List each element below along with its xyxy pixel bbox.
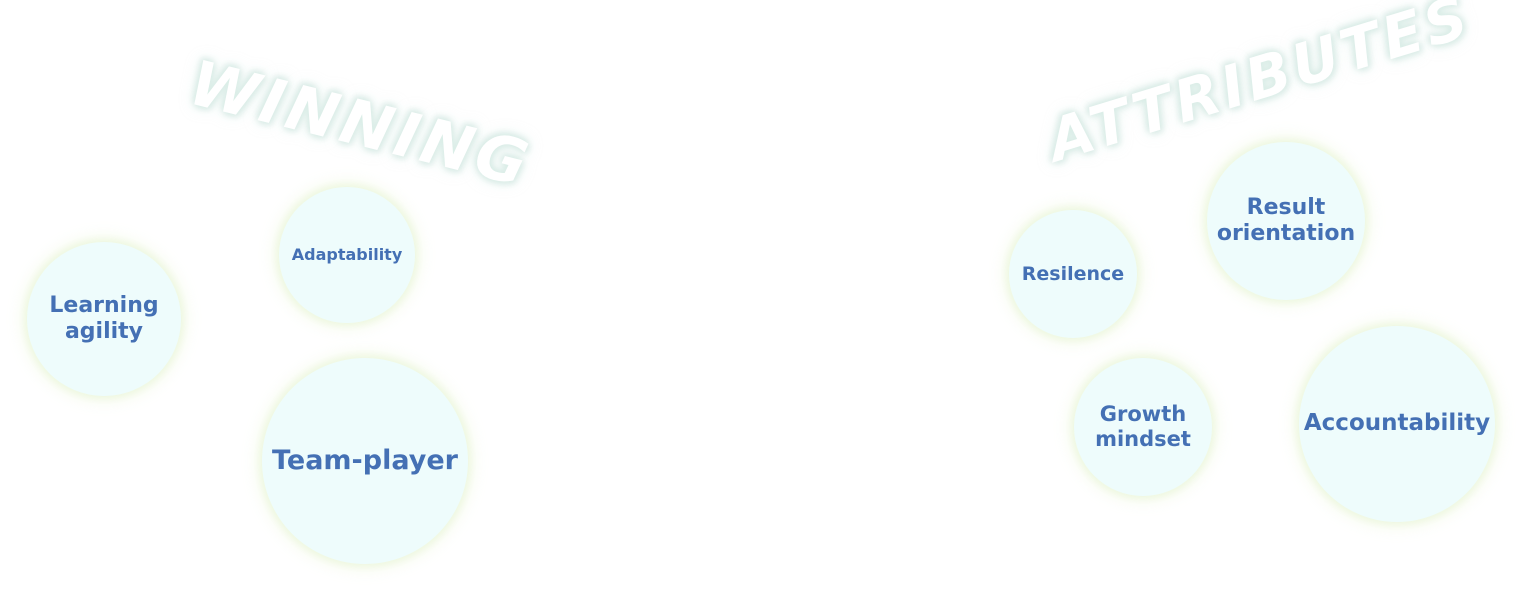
bubble-label: Adaptability: [291, 244, 403, 264]
bubble-label: Growth mindset: [1095, 402, 1191, 451]
headline-winning: WINNING: [182, 46, 539, 202]
bubble-label: Accountability: [1303, 410, 1491, 437]
bubble-result-orientation: Result orientation: [1207, 142, 1365, 300]
bubble-label: Result orientation: [1216, 195, 1356, 246]
bubble-label: Learning agility: [49, 293, 159, 344]
bubble-label: Resilence: [1021, 262, 1125, 285]
bubble-team-player: Team-player: [262, 358, 468, 564]
bubble-adaptability: Adaptability: [279, 187, 415, 323]
bubble-label: Team-player: [272, 445, 458, 477]
bubble-resilence: Resilence: [1009, 210, 1137, 338]
bubble-growth-mindset: Growth mindset: [1074, 358, 1212, 496]
bubble-learning-agility: Learning agility: [27, 242, 181, 396]
bubble-accountability: Accountability: [1299, 326, 1495, 522]
